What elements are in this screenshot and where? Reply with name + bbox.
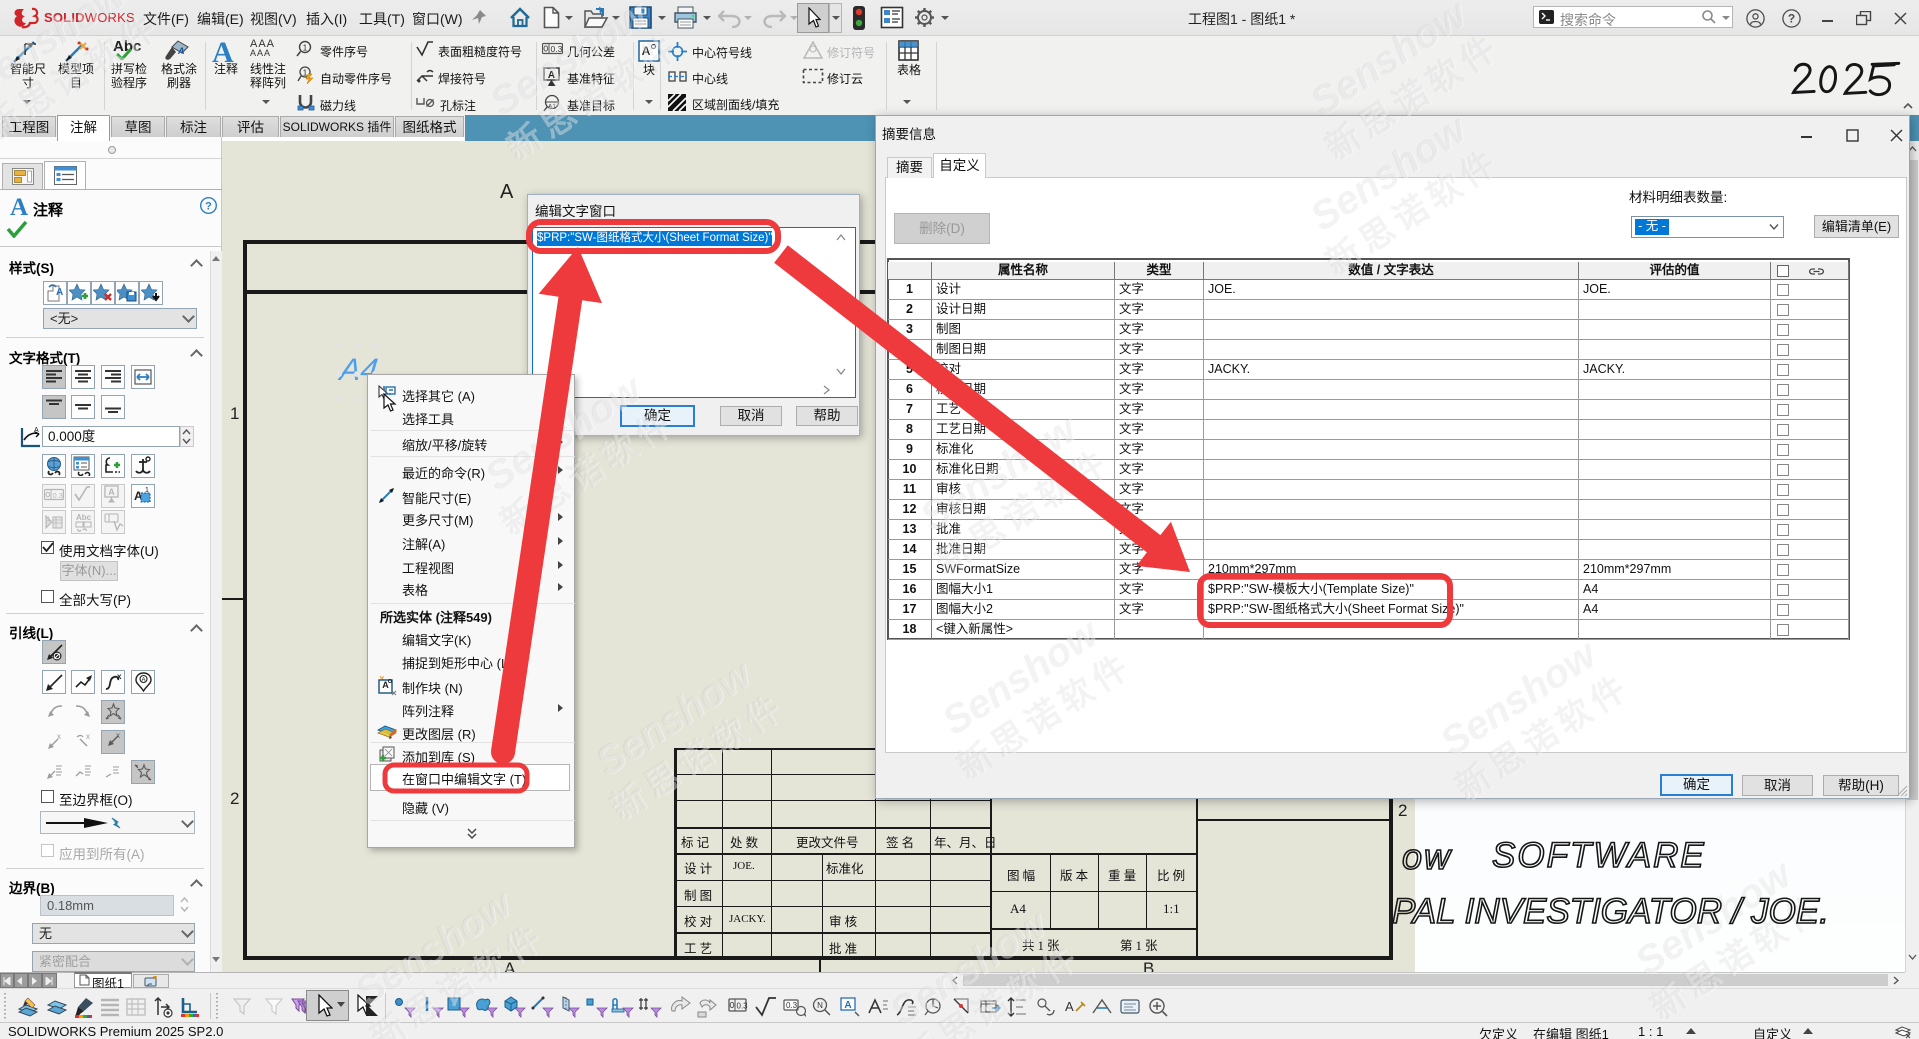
svg-text:x: x	[117, 672, 122, 681]
svg-text:SOFTWARE: SOFTWARE	[1492, 836, 1706, 875]
svg-text:A: A	[548, 70, 555, 81]
svg-text:1: 1	[303, 44, 308, 53]
svg-text:1: 1	[145, 487, 149, 494]
svg-text:A1: A1	[548, 104, 556, 111]
svg-text:x: x	[86, 733, 90, 741]
svg-text:?: ?	[1788, 12, 1795, 26]
svg-text:A: A	[34, 427, 39, 434]
svg-text:PAL INVESTIGATOR / JOE.: PAL INVESTIGATOR / JOE.	[1392, 892, 1829, 931]
svg-text:0.3: 0.3	[53, 491, 63, 500]
svg-text:0.3: 0.3	[551, 44, 563, 54]
svg-text:0.3: 0.3	[737, 1002, 749, 1011]
svg-text:A: A	[141, 678, 145, 684]
svg-text:0.3: 0.3	[786, 1001, 798, 1010]
svg-text:?: ?	[205, 201, 212, 213]
svg-text:A: A	[56, 287, 63, 298]
svg-text:A: A	[1065, 999, 1074, 1014]
svg-text:A: A	[108, 487, 115, 497]
svg-text:A: A	[642, 44, 651, 58]
svg-text:N: N	[817, 1001, 823, 1010]
svg-text:A: A	[177, 46, 185, 56]
svg-text:x: x	[116, 732, 120, 740]
svg-text:ow: ow	[1402, 836, 1452, 877]
svg-text:Abc: Abc	[76, 513, 92, 522]
svg-text:x: x	[57, 733, 61, 741]
svg-text:A: A	[844, 1000, 851, 1011]
